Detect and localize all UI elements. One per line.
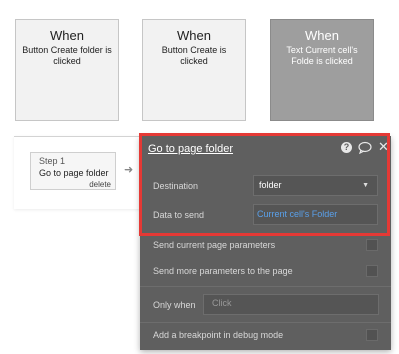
step-number: Step 1 [39, 156, 66, 166]
destination-label: Destination [153, 181, 199, 191]
breakpoint-label: Add a breakpoint in debug mode [153, 330, 284, 340]
panel-divider [140, 322, 391, 323]
data-to-send-value[interactable]: Current cell's Folder [257, 209, 337, 219]
only-when-label: Only when [153, 300, 196, 310]
event-description: Button Create folder is clicked [22, 45, 112, 66]
event-card-create-folder[interactable]: When Button Create folder is clicked [15, 19, 119, 121]
event-card-create[interactable]: When Button Create is clicked [142, 19, 246, 121]
event-when-label: When [305, 28, 339, 43]
step-delete-link[interactable]: delete [89, 180, 111, 189]
close-icon[interactable]: ✕ [378, 139, 389, 155]
breakpoint-checkbox[interactable] [366, 329, 378, 341]
data-to-send-field[interactable]: Current cell's Folder [253, 204, 378, 225]
event-when-label: When [177, 28, 211, 43]
only-when-input[interactable]: Click [203, 294, 379, 315]
send-more-params-checkbox[interactable] [366, 265, 378, 277]
only-when-placeholder: Click [212, 298, 232, 308]
send-current-params-label: Send current page parameters [153, 240, 276, 250]
panel-title[interactable]: Go to page folder [148, 143, 233, 155]
step-card[interactable]: Step 1 Go to page folder delete [30, 152, 116, 190]
event-description: Button Create is clicked [161, 45, 227, 66]
panel-divider [140, 286, 391, 287]
destination-value: folder [259, 180, 282, 190]
send-current-params-checkbox[interactable] [366, 239, 378, 251]
help-icon[interactable]: ? [341, 142, 352, 153]
data-to-send-label: Data to send [153, 210, 205, 220]
send-more-params-label: Send more parameters to the page [153, 266, 293, 276]
event-when-label: When [50, 28, 84, 43]
event-card-current-cell[interactable]: When Text Current cell's Folde is clicke… [270, 19, 374, 121]
chevron-down-icon: ▼ [362, 182, 369, 189]
destination-dropdown[interactable]: folder ▼ [253, 175, 378, 196]
event-description: Text Current cell's Folde is clicked [286, 45, 358, 66]
comment-icon[interactable] [358, 141, 372, 159]
step-title: Go to page folder [39, 168, 109, 178]
arrow-right-icon: ➜ [124, 164, 134, 176]
